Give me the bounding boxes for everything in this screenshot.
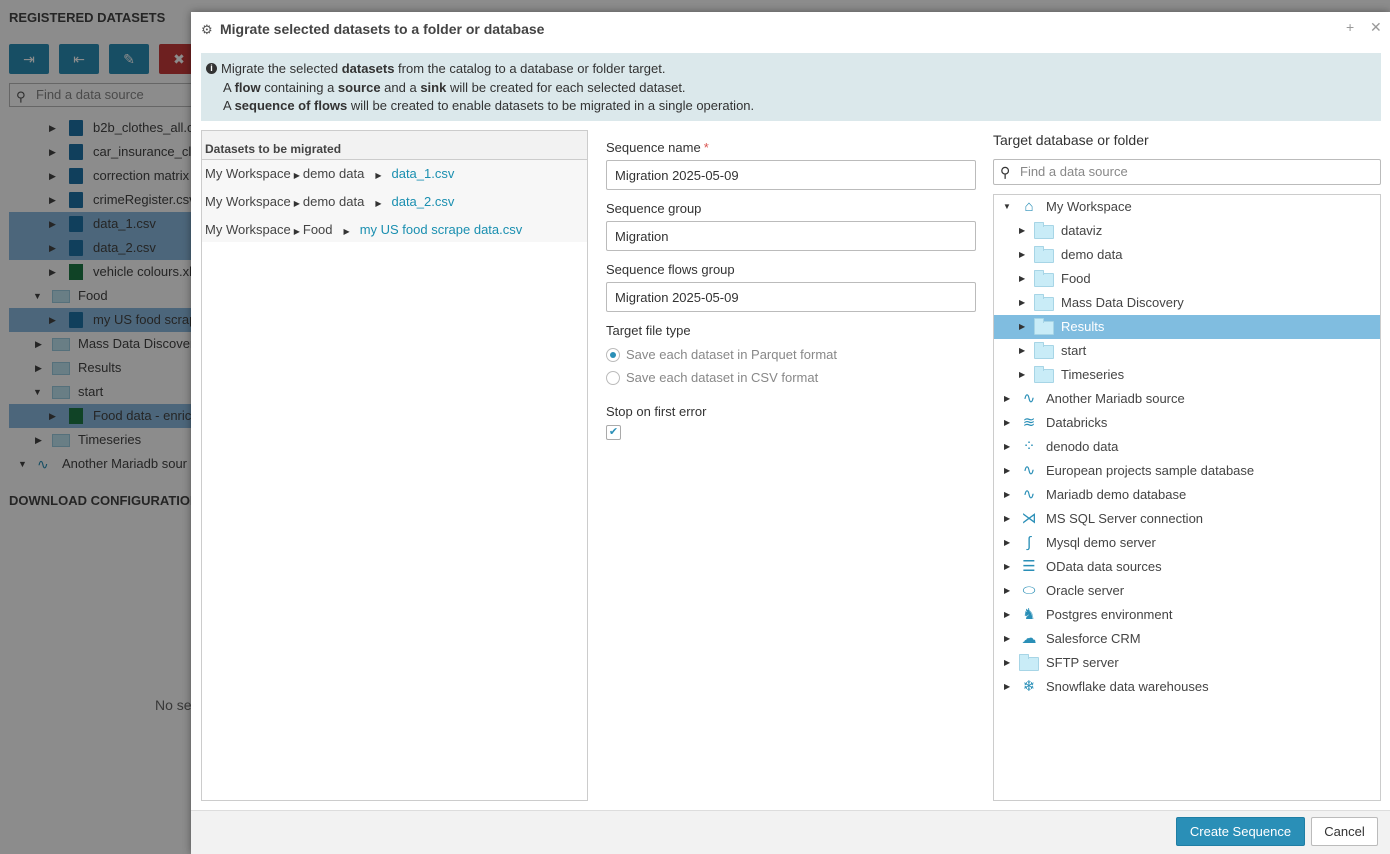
datasets-panel: Datasets to be migrated My Workspace ▶ dem…: [201, 130, 588, 801]
flows-group-label: Sequence flows group: [606, 262, 735, 277]
dataset-link[interactable]: my US food scrape data.csv: [360, 222, 523, 237]
folder-icon: [1034, 294, 1054, 311]
dataset-link[interactable]: data_2.csv: [391, 194, 454, 209]
chevron-right-icon: ▶: [375, 171, 382, 180]
tree-node-source[interactable]: ▶ SFTP server: [994, 651, 1380, 675]
target-tree: ▼ ⌂ My Workspace ▶ dataviz ▶ demo data ▶ Food…: [993, 194, 1381, 801]
info-line-1: Migrate the selected datasets from the c…: [221, 61, 666, 76]
info-line-2: A flow containing a source and a sink wi…: [223, 79, 686, 95]
postgres-icon: ♞: [1022, 606, 1036, 623]
tree-node-folder[interactable]: ▶ Mass Data Discovery: [994, 291, 1380, 315]
folder-icon: [1034, 246, 1054, 263]
dataset-row[interactable]: My Workspace ▶ Food ▶ my US food scrape data…: [202, 216, 587, 244]
folder-icon: [1034, 366, 1054, 383]
snowflake-icon: ❄: [1022, 678, 1036, 695]
csv-option[interactable]: Save each dataset in CSV format: [606, 366, 976, 389]
databricks-icon: ≋: [1022, 414, 1036, 431]
folder-icon: [1034, 318, 1054, 335]
tree-node-source[interactable]: ▶ ☰ OData data sources: [994, 555, 1380, 579]
tree-node-source[interactable]: ▶ ≋ Databricks: [994, 411, 1380, 435]
tree-node-folder[interactable]: ▶ dataviz: [994, 219, 1380, 243]
check-icon: ✔: [608, 426, 619, 438]
info-line-3: A sequence of flows will be created to e…: [223, 98, 755, 113]
dataset-link[interactable]: data_1.csv: [391, 166, 454, 181]
stop-on-error-checkbox[interactable]: ✔: [606, 425, 621, 440]
odata-icon: ☰: [1022, 558, 1036, 575]
tree-node-source[interactable]: ▶ ∿ European projects sample database: [994, 459, 1380, 483]
cancel-button[interactable]: Cancel: [1311, 817, 1378, 846]
chevron-right-icon: ▶: [343, 227, 350, 236]
tree-node-folder-selected[interactable]: ▶ Results: [994, 315, 1380, 339]
workspace-icon: ⌂: [1024, 198, 1034, 215]
mssql-icon: ⋊: [1021, 510, 1037, 527]
datasets-list: My Workspace ▶ demo data ▶ data_1.csv My Wor…: [202, 160, 587, 242]
tree-node-source[interactable]: ▶ ∿ Mariadb demo database: [994, 483, 1380, 507]
tree-node-source[interactable]: ▶ ⋊ MS SQL Server connection: [994, 507, 1380, 531]
tree-node-workspace[interactable]: ▼ ⌂ My Workspace: [994, 195, 1380, 219]
sequence-name-input[interactable]: [606, 160, 976, 190]
chevron-right-icon: ▶: [293, 171, 300, 180]
datasets-header: Datasets to be migrated: [202, 131, 587, 160]
close-icon[interactable]: ✕: [1370, 19, 1382, 36]
mariadb-icon: ∿: [1022, 390, 1036, 407]
dataset-row[interactable]: My Workspace ▶ demo data ▶ data_1.csv: [202, 160, 587, 188]
csv-radio[interactable]: [606, 370, 620, 385]
parquet-option[interactable]: Save each dataset in Parquet format: [606, 343, 976, 366]
dialog-footer: Create Sequence Cancel: [191, 810, 1390, 854]
tree-node-folder[interactable]: ▶ Food: [994, 267, 1380, 291]
sequence-group-label: Sequence group: [606, 201, 702, 216]
target-label: Target database or folder: [993, 132, 1149, 148]
dialog-title: Migrate selected datasets to a folder or…: [220, 21, 545, 37]
sequence-group-input[interactable]: [606, 221, 976, 251]
search-icon: ⚲: [1000, 164, 1011, 180]
oracle-icon: ⬭: [1022, 582, 1036, 599]
create-sequence-button[interactable]: Create Sequence: [1176, 817, 1305, 846]
tree-node-source[interactable]: ▶ ❄ Snowflake data warehouses: [994, 675, 1380, 699]
dataset-row[interactable]: My Workspace ▶ demo data ▶ data_2.csv: [202, 188, 587, 216]
folder-icon: [1034, 270, 1054, 287]
target-search-input[interactable]: ⚲ Find a data source: [993, 159, 1381, 185]
chevron-right-icon: ▶: [293, 199, 300, 208]
info-banner: i Migrate the selected datasets from the…: [201, 53, 1381, 121]
stop-on-error-label: Stop on first error: [606, 404, 707, 419]
tree-node-source[interactable]: ▶ ∫ Mysql demo server: [994, 531, 1380, 555]
tree-node-folder[interactable]: ▶ start: [994, 339, 1380, 363]
tree-node-source[interactable]: ▶ ☁ Salesforce CRM: [994, 627, 1380, 651]
tree-node-source[interactable]: ▶ ♞ Postgres environment: [994, 603, 1380, 627]
denodo-icon: ⁘: [1022, 438, 1036, 455]
folder-icon: [1034, 222, 1054, 239]
chevron-right-icon: ▶: [375, 199, 382, 208]
tree-node-folder[interactable]: ▶ Timeseries: [994, 363, 1380, 387]
parquet-radio[interactable]: [606, 347, 620, 362]
mariadb-icon: ∿: [1022, 462, 1036, 479]
migrate-dialog: ⚙ Migrate selected datasets to a folder …: [191, 12, 1390, 854]
maximize-icon[interactable]: +: [1346, 19, 1354, 35]
migrate-icon: ⚙: [201, 22, 213, 37]
sftp-icon: [1019, 654, 1039, 671]
tree-node-source[interactable]: ▶ ⬭ Oracle server: [994, 579, 1380, 603]
sequence-form: Sequence name* Sequence group Sequence f…: [606, 140, 976, 440]
sequence-name-label: Sequence name *: [606, 140, 709, 155]
tree-node-source[interactable]: ▶ ⁘ denodo data: [994, 435, 1380, 459]
mariadb-icon: ∿: [1022, 486, 1036, 503]
dialog-header: ⚙ Migrate selected datasets to a folder …: [191, 12, 1390, 46]
chevron-right-icon: ▶: [293, 227, 300, 236]
flows-group-input[interactable]: [606, 282, 976, 312]
tree-node-folder[interactable]: ▶ demo data: [994, 243, 1380, 267]
folder-icon: [1034, 342, 1054, 359]
tree-node-source[interactable]: ▶ ∿ Another Mariadb source: [994, 387, 1380, 411]
salesforce-icon: ☁: [1021, 630, 1037, 647]
info-icon: i: [206, 63, 217, 74]
mysql-icon: ∫: [1026, 534, 1032, 551]
file-type-label: Target file type: [606, 323, 691, 338]
